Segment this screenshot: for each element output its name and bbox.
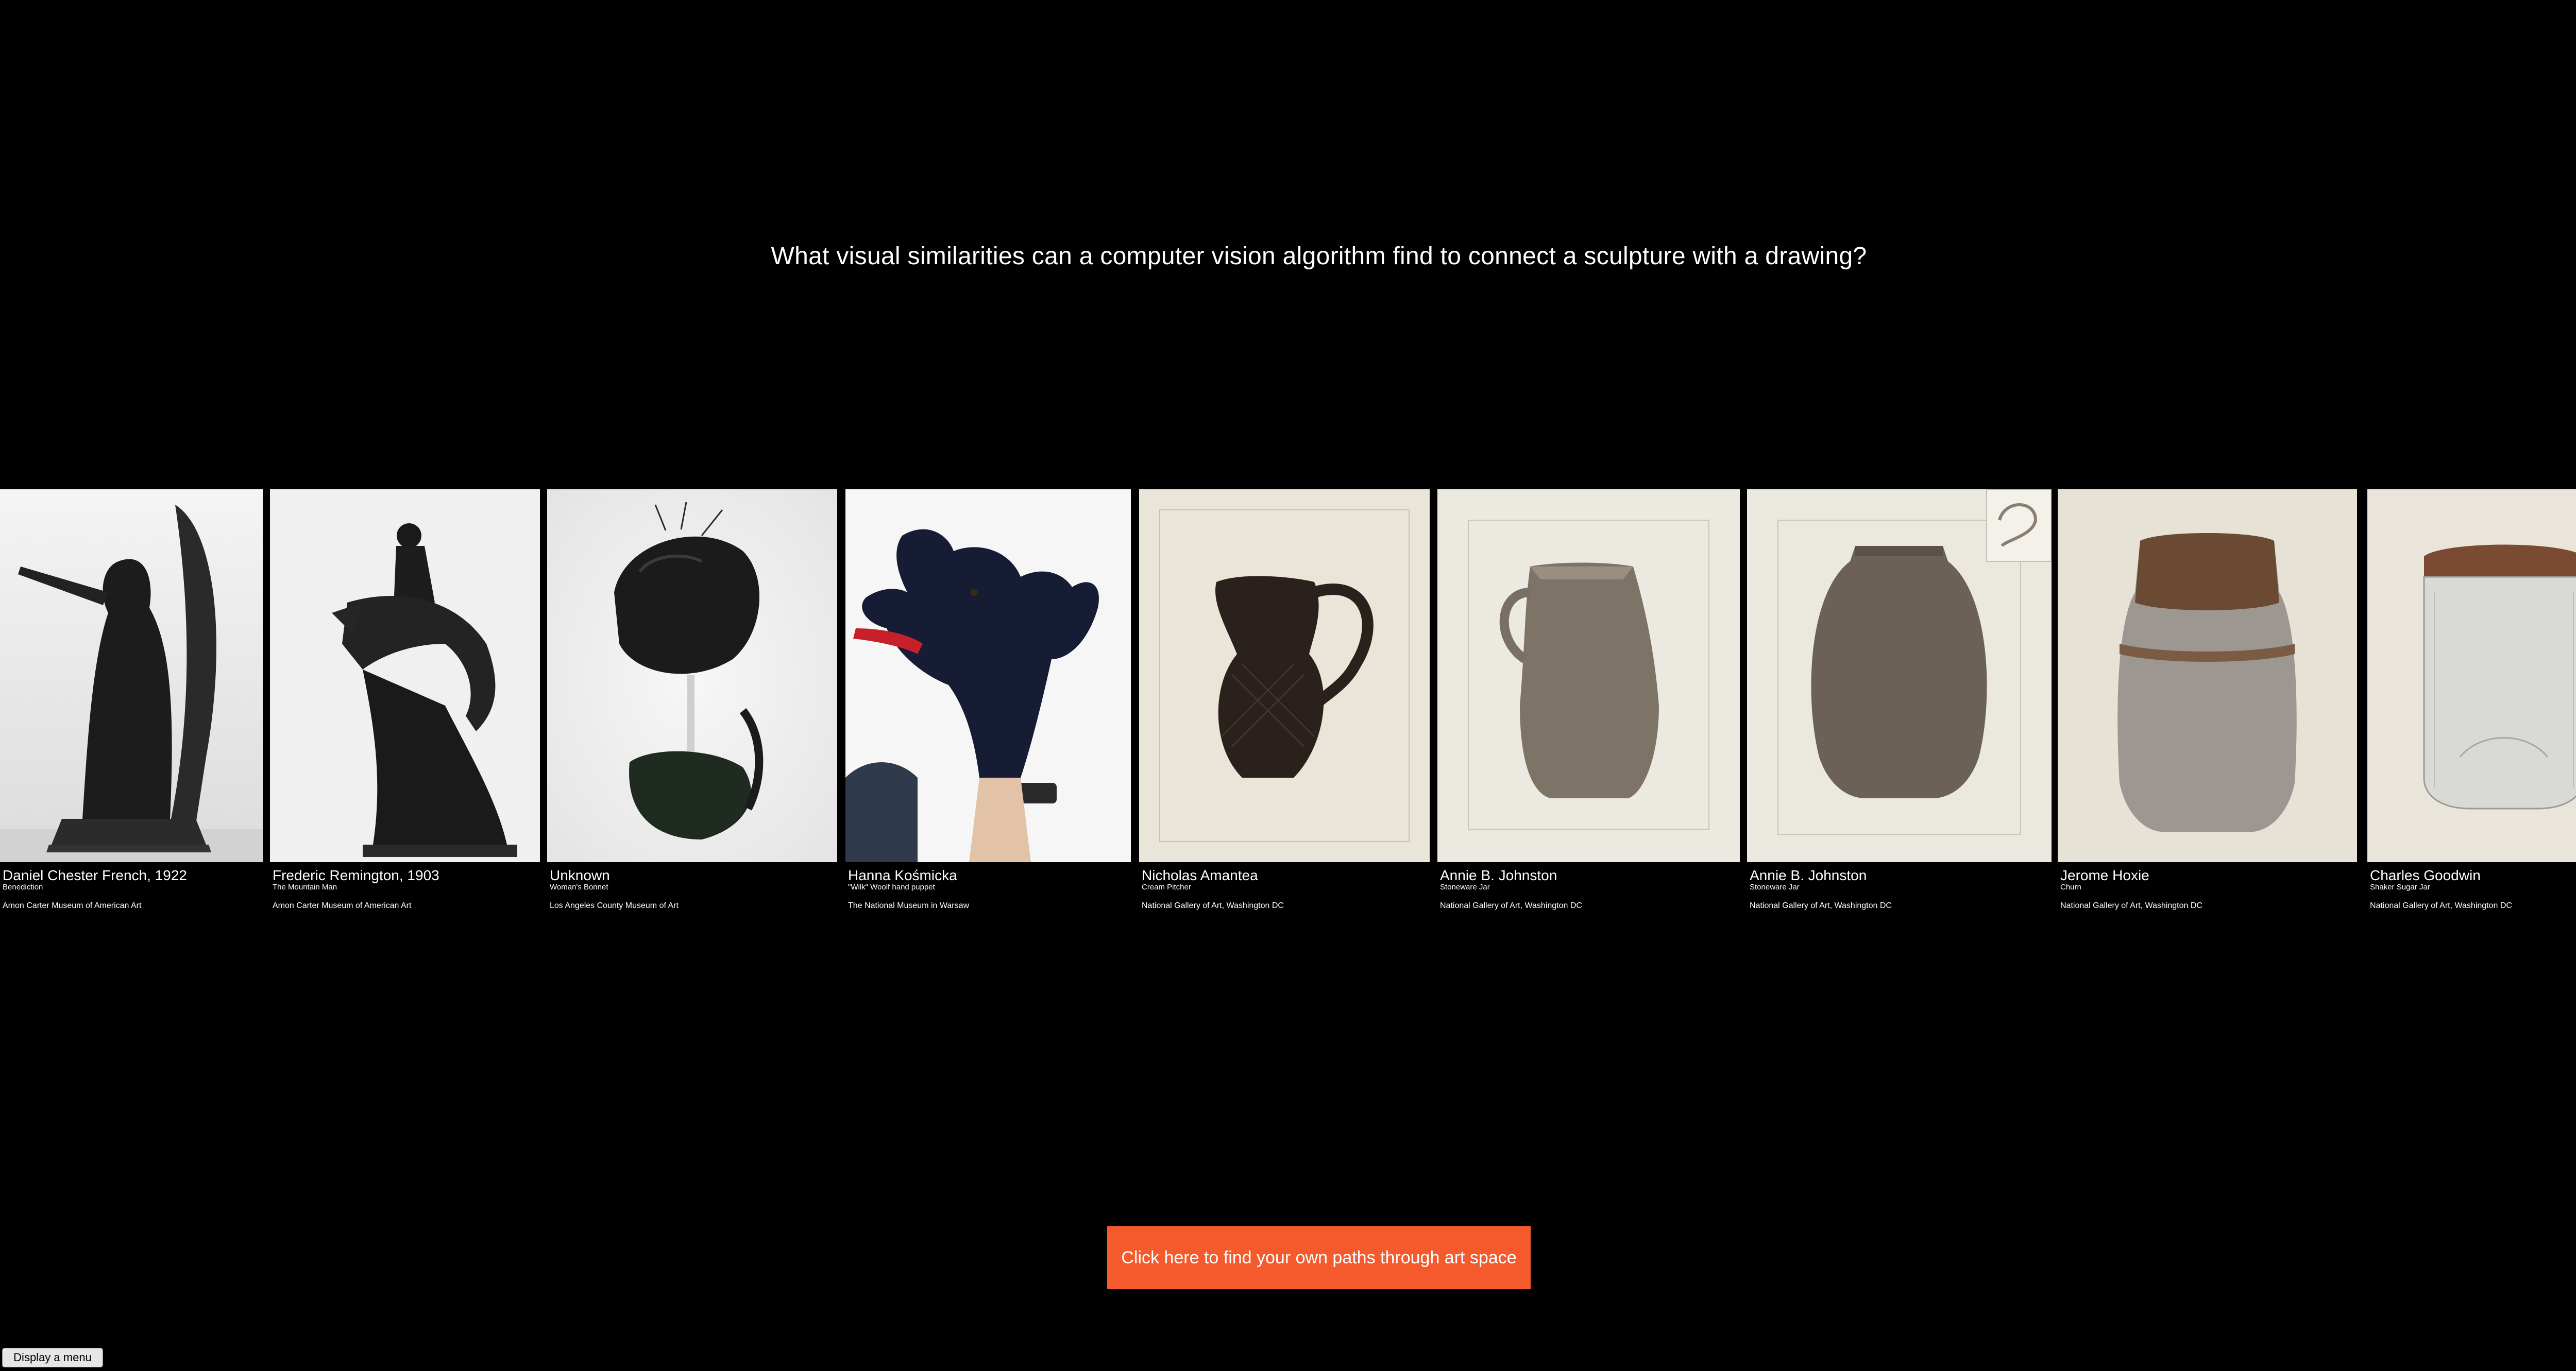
- artwork-strip[interactable]: Daniel Chester French, 1922 Benediction …: [0, 489, 2576, 912]
- artwork-title: Woman's Bonnet: [550, 883, 608, 892]
- bronze-winged-figure-sculpture-icon: [0, 489, 263, 862]
- page: What visual similarities can a computer …: [0, 0, 2576, 1371]
- artwork-image[interactable]: [2367, 489, 2576, 862]
- artwork-card-wolf-puppet[interactable]: Hanna Kośmicka "Wilk" Woolf hand puppet …: [845, 489, 1131, 912]
- artwork-museum: National Gallery of Art, Washington DC: [2370, 901, 2512, 910]
- artwork-museum: Amon Carter Museum of American Art: [3, 901, 142, 910]
- artwork-title: "Wilk" Woolf hand puppet: [848, 883, 935, 892]
- artwork-image[interactable]: [270, 489, 540, 862]
- artwork-image[interactable]: [1437, 489, 1740, 862]
- artwork-museum: National Gallery of Art, Washington DC: [1142, 901, 1284, 910]
- stoneware-jar-drawing-icon: [1747, 489, 2052, 862]
- artwork-card-womans-bonnet[interactable]: Unknown Woman's Bonnet Los Angeles Count…: [547, 489, 837, 912]
- wolf-hand-puppet-icon: [845, 489, 1131, 862]
- artwork-image[interactable]: [547, 489, 837, 862]
- bronze-horse-rider-sculpture-icon: [270, 489, 540, 862]
- artwork-image[interactable]: [0, 489, 263, 862]
- artwork-museum: National Gallery of Art, Washington DC: [2060, 901, 2202, 910]
- artwork-title: Stoneware Jar: [1750, 883, 1800, 892]
- artwork-title: Cream Pitcher: [1142, 883, 1191, 892]
- artwork-artist: Jerome Hoxie: [2060, 867, 2149, 883]
- artwork-museum: Los Angeles County Museum of Art: [550, 901, 679, 910]
- artwork-museum: The National Museum in Warsaw: [848, 901, 970, 910]
- artwork-image[interactable]: [1139, 489, 1430, 862]
- artwork-artist: Charles Goodwin: [2370, 867, 2481, 883]
- artwork-title: Benediction: [3, 883, 43, 892]
- artwork-museum: National Gallery of Art, Washington DC: [1440, 901, 1582, 910]
- artwork-card-stoneware-pitcher[interactable]: Annie B. Johnston Stoneware Jar National…: [1437, 489, 1740, 912]
- artwork-museum: Amon Carter Museum of American Art: [273, 901, 412, 910]
- artwork-artist: Daniel Chester French, 1922: [3, 867, 187, 883]
- artwork-artist: Annie B. Johnston: [1440, 867, 1557, 883]
- artwork-title: Churn: [2060, 883, 2081, 892]
- artwork-museum: National Gallery of Art, Washington DC: [1750, 901, 1892, 910]
- artwork-title: Shaker Sugar Jar: [2370, 883, 2430, 892]
- artwork-title: Stoneware Jar: [1440, 883, 1490, 892]
- artwork-card-cream-pitcher[interactable]: Nicholas Amantea Cream Pitcher National …: [1139, 489, 1430, 912]
- artwork-card-stoneware-jar[interactable]: Annie B. Johnston Stoneware Jar National…: [1747, 489, 2052, 912]
- explore-art-space-button[interactable]: Click here to find your own paths throug…: [1107, 1226, 1531, 1289]
- glass-sugar-jar-drawing-icon: [2367, 489, 2576, 862]
- stoneware-pitcher-drawing-icon: [1437, 489, 1740, 862]
- artwork-image[interactable]: [2058, 489, 2357, 862]
- artwork-image[interactable]: [845, 489, 1131, 862]
- artwork-artist: Nicholas Amantea: [1142, 867, 1258, 883]
- artwork-artist: Frederic Remington, 1903: [273, 867, 439, 883]
- display-menu-button[interactable]: Display a menu: [2, 1348, 103, 1367]
- artwork-image[interactable]: [1747, 489, 2052, 862]
- black-bonnet-on-stand-icon: [547, 489, 837, 862]
- artwork-card-churn[interactable]: Jerome Hoxie Churn National Gallery of A…: [2058, 489, 2357, 912]
- churn-drawing-icon: [2058, 489, 2357, 862]
- artwork-title: The Mountain Man: [273, 883, 337, 892]
- artwork-card-mountain-man[interactable]: Frederic Remington, 1903 The Mountain Ma…: [270, 489, 540, 912]
- artwork-artist: Unknown: [550, 867, 610, 883]
- artwork-card-benediction[interactable]: Daniel Chester French, 1922 Benediction …: [0, 489, 263, 912]
- page-headline: What visual similarities can a computer …: [771, 243, 1867, 270]
- dark-cream-pitcher-drawing-icon: [1139, 489, 1430, 862]
- artwork-artist: Hanna Kośmicka: [848, 867, 957, 883]
- artwork-card-shaker-sugar-jar[interactable]: Charles Goodwin Shaker Sugar Jar Nationa…: [2367, 489, 2576, 912]
- artwork-artist: Annie B. Johnston: [1750, 867, 1867, 883]
